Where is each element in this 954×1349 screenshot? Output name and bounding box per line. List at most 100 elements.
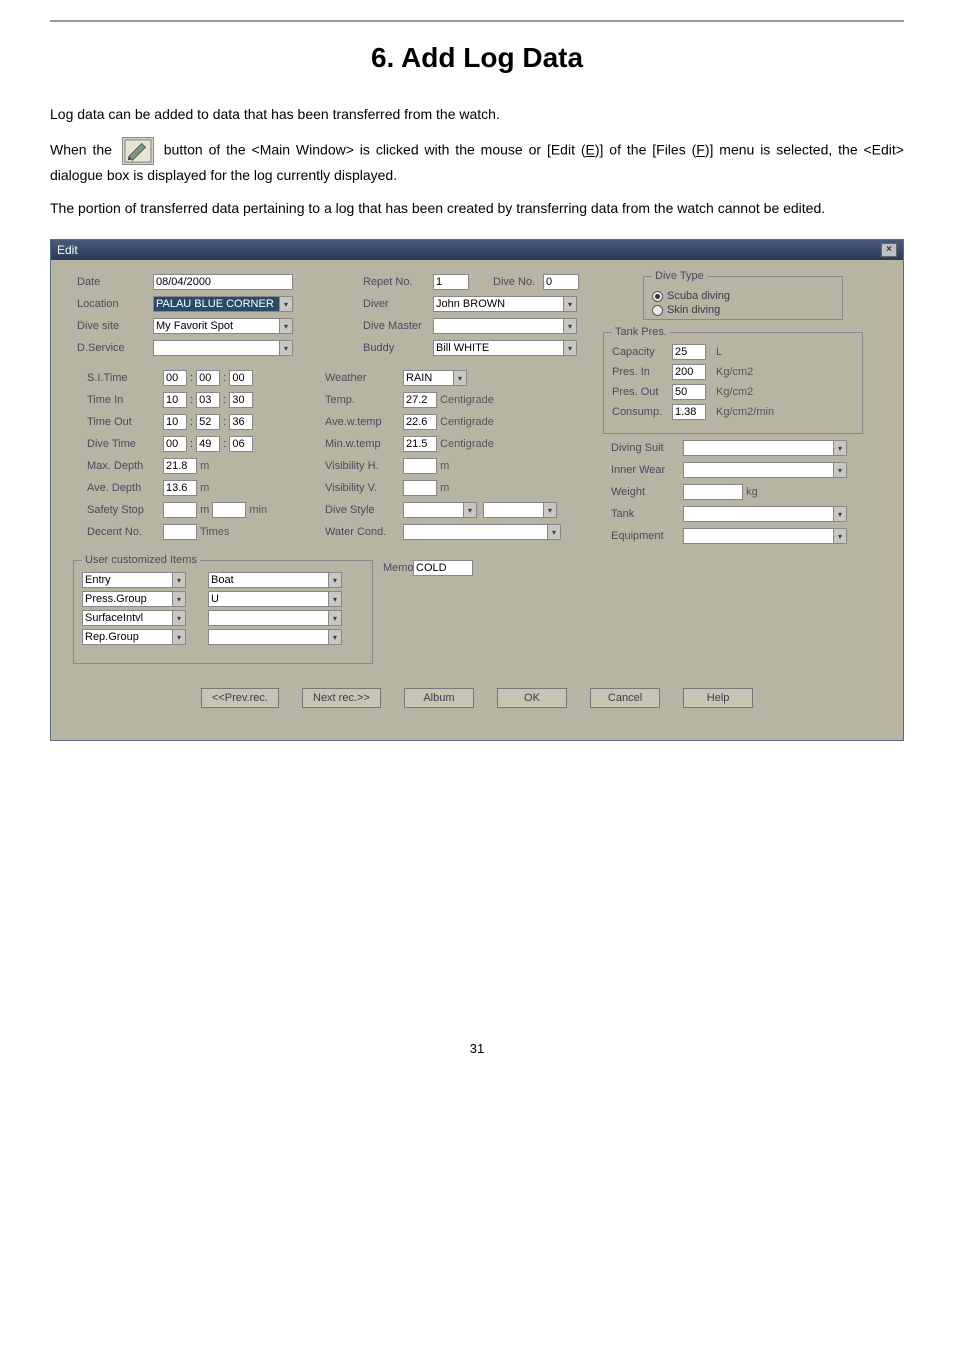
lbl-memo: Memo <box>383 562 414 574</box>
chevron-down-icon[interactable]: ▾ <box>172 591 186 607</box>
pressgroup-key[interactable] <box>82 591 172 607</box>
memo-field[interactable] <box>413 560 473 576</box>
chevron-down-icon[interactable]: ▾ <box>328 610 342 626</box>
chevron-down-icon[interactable]: ▾ <box>453 370 467 386</box>
avedepth-field[interactable] <box>163 480 197 496</box>
divingsuit-field[interactable] <box>683 440 833 456</box>
lbl-weather: Weather <box>325 372 366 384</box>
unit-l: L <box>716 346 854 358</box>
visv-field[interactable] <box>403 480 437 496</box>
chevron-down-icon[interactable]: ▾ <box>543 502 557 518</box>
intro-e-underline: E <box>586 142 595 158</box>
location-field[interactable] <box>153 296 279 312</box>
maxdepth-field[interactable] <box>163 458 197 474</box>
surfaceintvl-key[interactable] <box>82 610 172 626</box>
timeout-h[interactable] <box>163 414 187 430</box>
help-button[interactable]: Help <box>683 688 753 708</box>
date-field[interactable] <box>153 274 293 290</box>
consump-field[interactable] <box>672 404 706 420</box>
close-icon[interactable]: × <box>881 243 897 257</box>
cancel-button[interactable]: Cancel <box>590 688 660 708</box>
chevron-down-icon[interactable]: ▾ <box>328 572 342 588</box>
lbl-minwtemp: Min.w.temp <box>325 438 381 450</box>
avewtemp-field[interactable] <box>403 414 437 430</box>
chevron-down-icon[interactable]: ▾ <box>547 524 561 540</box>
chevron-down-icon[interactable]: ▾ <box>172 572 186 588</box>
chevron-down-icon[interactable]: ▾ <box>563 340 577 356</box>
watercond-field[interactable] <box>403 524 547 540</box>
chevron-down-icon[interactable]: ▾ <box>563 318 577 334</box>
weight-field[interactable] <box>683 484 743 500</box>
diver-field[interactable] <box>433 296 563 312</box>
chevron-down-icon[interactable]: ▾ <box>279 318 293 334</box>
equipment-field[interactable] <box>683 528 833 544</box>
divestyle-field2[interactable] <box>483 502 543 518</box>
divetime-m[interactable] <box>196 436 220 452</box>
presout-field[interactable] <box>672 384 706 400</box>
unit-kg3: Kg/cm2/min <box>716 406 854 418</box>
chevron-down-icon[interactable]: ▾ <box>279 296 293 312</box>
capacity-field[interactable] <box>672 344 706 360</box>
scuba-radio[interactable] <box>652 291 663 302</box>
useritems-box: User customized Items ▾ ▾ ▾ ▾ ▾ ▾ ▾ ▾ <box>73 554 373 664</box>
tank-field[interactable] <box>683 506 833 522</box>
repgroup-val[interactable] <box>208 629 328 645</box>
timeout-m[interactable] <box>196 414 220 430</box>
chevron-down-icon[interactable]: ▾ <box>833 440 847 456</box>
divetime-h[interactable] <box>163 436 187 452</box>
prev-button[interactable]: <<Prev.rec. <box>201 688 279 708</box>
album-button[interactable]: Album <box>404 688 474 708</box>
chevron-down-icon[interactable]: ▾ <box>279 340 293 356</box>
minwtemp-field[interactable] <box>403 436 437 452</box>
sitime-s[interactable] <box>229 370 253 386</box>
safetystop-m-field[interactable] <box>163 502 197 518</box>
pressgroup-val[interactable] <box>208 591 328 607</box>
timein-s[interactable] <box>229 392 253 408</box>
lbl-presout: Pres. Out <box>612 386 672 398</box>
unit-kg: kg <box>746 486 758 498</box>
repgroup-key[interactable] <box>82 629 172 645</box>
chevron-down-icon[interactable]: ▾ <box>172 610 186 626</box>
chevron-down-icon[interactable]: ▾ <box>328 629 342 645</box>
lbl-tank: Tank <box>611 508 634 520</box>
entry-val[interactable] <box>208 572 328 588</box>
chevron-down-icon[interactable]: ▾ <box>563 296 577 312</box>
divemaster-field[interactable] <box>433 318 563 334</box>
timein-m[interactable] <box>196 392 220 408</box>
sitime-h[interactable] <box>163 370 187 386</box>
weather-field[interactable] <box>403 370 453 386</box>
buddy-field[interactable] <box>433 340 563 356</box>
next-button[interactable]: Next rec.>> <box>302 688 381 708</box>
lbl-weight: Weight <box>611 486 645 498</box>
entry-key[interactable] <box>82 572 172 588</box>
lbl-timein: Time In <box>87 394 123 406</box>
chevron-down-icon[interactable]: ▾ <box>833 528 847 544</box>
dservice-field[interactable] <box>153 340 279 356</box>
chevron-down-icon[interactable]: ▾ <box>172 629 186 645</box>
divestyle-field[interactable] <box>403 502 463 518</box>
decentno-field[interactable] <box>163 524 197 540</box>
intro-p2a: When the <box>50 142 118 158</box>
temp-field[interactable] <box>403 392 437 408</box>
presin-field[interactable] <box>672 364 706 380</box>
chevron-down-icon[interactable]: ▾ <box>328 591 342 607</box>
sitime-m[interactable] <box>196 370 220 386</box>
lbl-divetime: Dive Time <box>87 438 136 450</box>
surfaceintvl-val[interactable] <box>208 610 328 626</box>
timeout-s[interactable] <box>229 414 253 430</box>
chevron-down-icon[interactable]: ▾ <box>833 462 847 478</box>
vish-field[interactable] <box>403 458 437 474</box>
intro-p3: The portion of transferred data pertaini… <box>50 198 904 219</box>
timein-h[interactable] <box>163 392 187 408</box>
divesite-field[interactable] <box>153 318 279 334</box>
safetystop-min-field[interactable] <box>212 502 246 518</box>
repetno-field[interactable] <box>433 274 469 290</box>
edit-dialog: Edit × Date Location Dive site D.Service… <box>50 239 904 741</box>
chevron-down-icon[interactable]: ▾ <box>463 502 477 518</box>
ok-button[interactable]: OK <box>497 688 567 708</box>
innerwear-field[interactable] <box>683 462 833 478</box>
divetime-s[interactable] <box>229 436 253 452</box>
skin-radio[interactable] <box>652 305 663 316</box>
diveno-field[interactable] <box>543 274 579 290</box>
chevron-down-icon[interactable]: ▾ <box>833 506 847 522</box>
